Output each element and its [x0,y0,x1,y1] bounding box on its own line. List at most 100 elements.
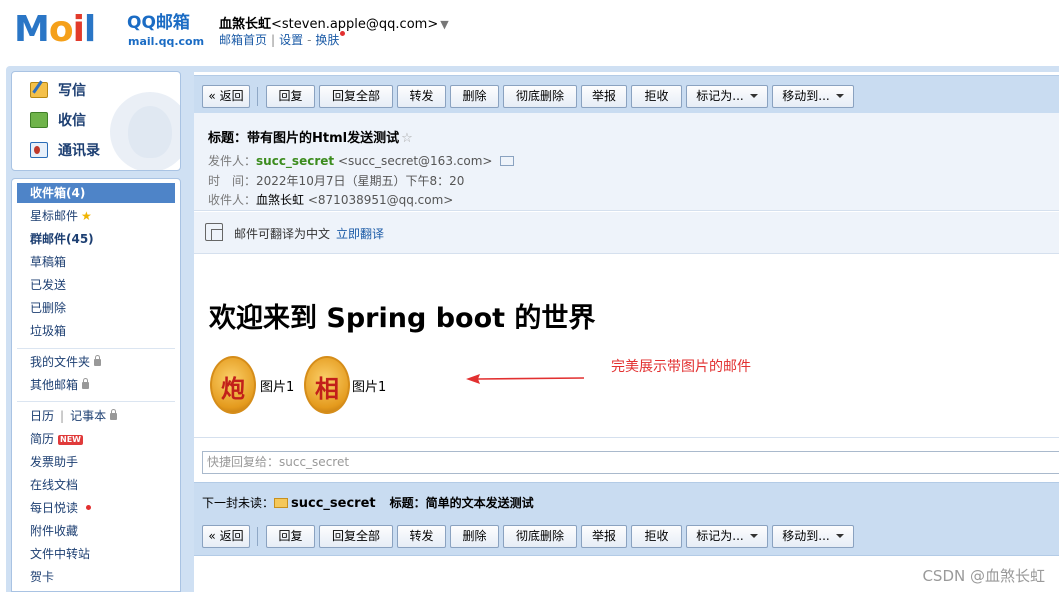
chess-piece-image: 炮 [210,356,256,414]
folder-inbox[interactable]: 收件箱(4) [17,183,175,203]
folder-other-mail[interactable]: 其他邮箱 [30,375,90,395]
image-caption: 图片1 [260,380,295,395]
lock-icon [94,355,102,366]
home-link[interactable]: 邮箱首页 [219,33,267,47]
settings-link[interactable]: 设置 [279,33,303,47]
mail-toolbar-top: « 返回 回复 回复全部 转发 删除 彻底删除 举报 拒收 标记为... 移动到… [194,75,1059,115]
report-button[interactable]: 举报 [581,525,627,548]
mail-time: 时 间：2022年10月7日（星期五）下午8：20 [208,174,465,188]
unread-dot-icon [86,505,92,510]
dropdown-arrow-icon [835,534,844,538]
contacts-button[interactable]: 通讯录 [30,140,100,162]
translate-bar: 邮件可翻译为中文 立即翻译 [194,212,1059,254]
folder-my-folders[interactable]: 我的文件夹 [30,352,102,372]
user-account[interactable]: 血煞长虹<steven.apple@qq.com> ▼ [219,13,449,32]
envelope-icon [274,498,289,508]
receive-icon [30,112,48,128]
translate-now-link[interactable]: 立即翻译 [336,227,384,241]
header-links: 邮箱首页 | 设置 - 换肤 [219,31,346,48]
link-separator: | [271,33,276,47]
report-button[interactable]: 举报 [581,85,627,108]
mail-toolbar-bottom: « 返回 回复 回复全部 转发 删除 彻底删除 举报 拒收 标记为... 移动到… [194,516,1059,556]
lock-icon [82,378,90,389]
receive-mail-button[interactable]: 收信 [30,110,86,132]
reply-button[interactable]: 回复 [266,85,315,108]
top-header: Moil QQ邮箱 mail.qq.com 血煞长虹<steven.apple@… [0,0,1059,66]
toolbar-separator [257,87,258,106]
mark-as-dropdown[interactable]: 标记为... [686,85,768,108]
write-icon [30,82,48,98]
lock-icon [110,409,118,420]
forward-button[interactable]: 转发 [397,85,446,108]
reply-button[interactable]: 回复 [266,525,315,548]
dropdown-arrow-icon [749,94,758,98]
user-email: <steven.apple@qq.com> [271,17,439,32]
move-to-dropdown[interactable]: 移动到... [772,85,854,108]
delete-permanently-button[interactable]: 彻底删除 [503,525,577,548]
contact-card-icon[interactable] [500,156,515,166]
toolbar-separator [257,527,258,546]
sender-email: <succ_secret@163.com> [337,154,493,168]
quick-reply-area: 快捷回复给：succ_secret [194,437,1059,482]
delete-permanently-button[interactable]: 彻底删除 [503,85,577,108]
sidebar-divider [17,401,175,402]
app-attachments[interactable]: 附件收藏 [30,521,78,541]
next-unread-bar: 下一封未读： succ_secret 标题：简单的文本发送测试 [194,482,1059,520]
logo-title: QQ邮箱 [127,13,190,33]
annotation-arrow-icon [466,374,585,384]
link-separator: - [307,33,312,47]
sidebar-divider [17,348,175,349]
skin-link[interactable]: 换肤 [315,33,339,47]
annotation-note: 完美展示带图片的邮件 [611,359,751,375]
folder-deleted[interactable]: 已删除 [30,298,66,318]
dropdown-arrow-icon [835,94,844,98]
mail-from: 发件人：succ_secret <succ_secret@163.com> [208,152,515,169]
app-online-docs[interactable]: 在线文档 [30,475,78,495]
back-button[interactable]: « 返回 [202,85,250,108]
mail-body-heading: 欢迎来到 Spring boot 的世界 [209,303,596,334]
folder-starred[interactable]: 星标邮件 ★ [30,206,92,226]
next-unread-info[interactable]: 下一封未读： succ_secret 标题：简单的文本发送测试 [202,494,534,511]
translate-text: 邮件可翻译为中文 立即翻译 [234,227,385,241]
mark-as-dropdown[interactable]: 标记为... [686,525,768,548]
folder-drafts[interactable]: 草稿箱 [30,252,66,272]
notes-link[interactable]: 记事本 [70,409,106,423]
reply-all-button[interactable]: 回复全部 [319,525,393,548]
notification-dot-icon [340,31,346,36]
logo-url: mail.qq.com [128,35,205,48]
reject-button[interactable]: 拒收 [631,85,682,108]
csdn-watermark: CSDN @血煞长虹 [922,567,1045,585]
sender-name[interactable]: succ_secret [256,154,334,168]
delete-button[interactable]: 删除 [450,525,499,548]
app-file-transfer[interactable]: 文件中转站 [30,544,90,564]
contacts-icon [30,142,48,158]
back-button[interactable]: « 返回 [202,525,250,548]
reject-button[interactable]: 拒收 [631,525,682,548]
calendar-link[interactable]: 日历 [30,409,54,423]
quick-reply-input[interactable]: 快捷回复给：succ_secret [202,451,1059,474]
recipient-email: <871038951@qq.com> [307,193,454,207]
folder-spam[interactable]: 垃圾箱 [30,321,66,341]
star-toggle-icon[interactable]: ☆ [401,131,413,146]
move-to-dropdown[interactable]: 移动到... [772,525,854,548]
dropdown-arrow-icon [749,534,758,538]
image-caption: 图片1 [352,380,387,395]
delete-button[interactable]: 删除 [450,85,499,108]
account-caret-icon[interactable]: ▼ [440,18,448,31]
command-panel: 写信 收信 通讯录 [11,71,181,171]
qq-penguin-watermark-icon [110,92,180,170]
mail-subject: 标题：带有图片的Html发送测试 ☆ [208,131,413,146]
translate-icon [205,223,223,241]
app-daily-reading[interactable]: 每日悦读 [30,498,92,518]
folder-sent[interactable]: 已发送 [30,275,66,295]
app-invoice-assistant[interactable]: 发票助手 [30,452,78,472]
folder-group-mail[interactable]: 群邮件(45) [30,229,94,249]
sidebar-app-row: 日历 | 记事本 [30,406,118,426]
write-mail-button[interactable]: 写信 [30,80,86,102]
reply-all-button[interactable]: 回复全部 [319,85,393,108]
recipient-name[interactable]: 血煞长虹 [256,193,304,207]
app-resume[interactable]: 简历 NEW [30,429,83,449]
forward-button[interactable]: 转发 [397,525,446,548]
qq-mail-logo[interactable]: Moil QQ邮箱 mail.qq.com [14,10,204,54]
app-greeting-cards[interactable]: 贺卡 [30,567,54,587]
